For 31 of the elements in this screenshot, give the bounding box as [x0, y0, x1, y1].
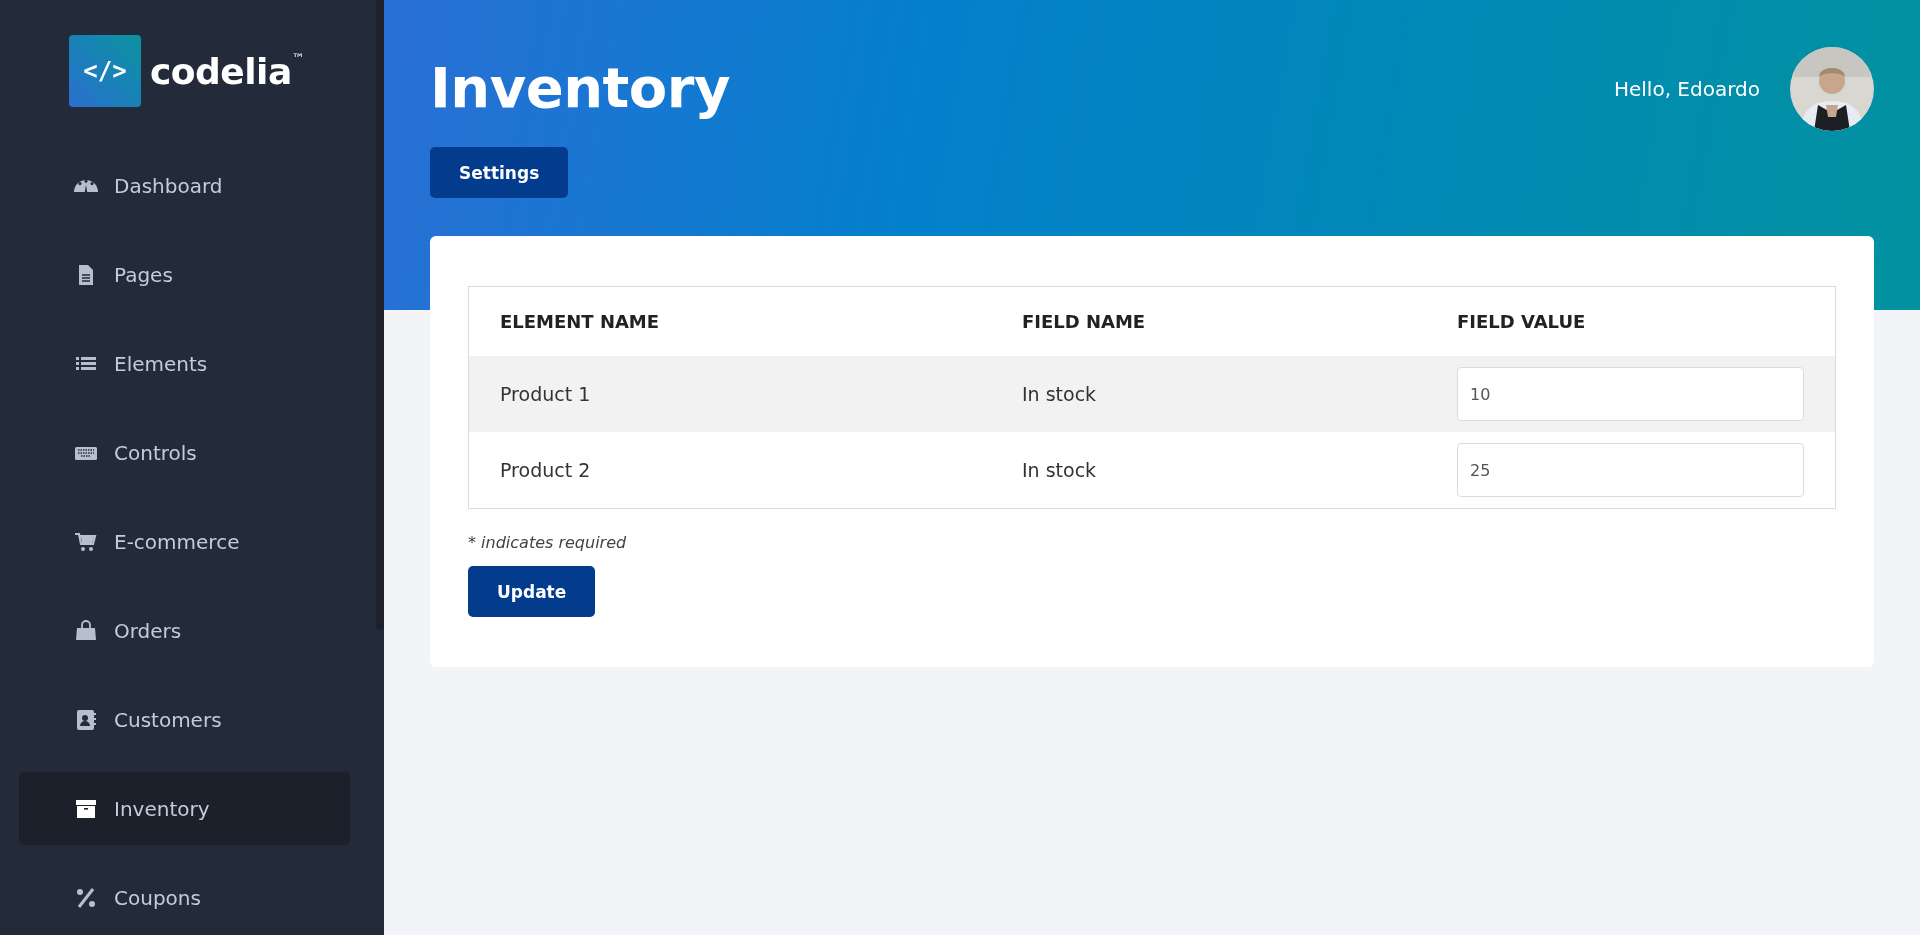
column-header: FIELD VALUE	[1426, 286, 1836, 356]
sidebar-item[interactable]: Customers	[19, 683, 350, 756]
table-cell: Product 1	[468, 356, 991, 432]
table-cell: In stock	[991, 432, 1426, 509]
required-note: * indicates required	[468, 533, 628, 552]
sidebar-item[interactable]: E-commerce	[19, 505, 350, 578]
sidebar-item[interactable]: Elements	[19, 327, 350, 400]
page-title: Inventory	[430, 54, 730, 122]
contact-icon	[74, 707, 98, 732]
greeting: Hello, Edoardo	[1613, 77, 1760, 101]
input-field[interactable]: 25	[1457, 443, 1804, 497]
sidebar-item[interactable]: Inventory	[19, 772, 350, 845]
column-header: ELEMENT NAME	[468, 286, 991, 356]
trademark-mark: ™	[291, 51, 305, 66]
scrollbar[interactable]	[376, 0, 384, 630]
bag-icon	[74, 618, 98, 643]
sidebar-item[interactable]: Orders	[19, 594, 350, 667]
gauge-icon	[74, 179, 98, 192]
table-cell: In stock	[991, 356, 1426, 432]
percent-icon	[74, 885, 98, 910]
brand-name: codelia	[150, 50, 292, 92]
update-button[interactable]: Update	[468, 566, 596, 617]
input-field[interactable]: 10	[1457, 367, 1804, 421]
sidebar-item[interactable]: Coupons	[19, 861, 350, 934]
table-cell: Product 2	[468, 432, 991, 509]
settings-button[interactable]: Settings	[430, 147, 569, 198]
sidebar-item[interactable]: Controls	[19, 416, 350, 489]
sidebar-item[interactable]: Dashboard	[19, 149, 350, 222]
column-header: FIELD NAME	[991, 286, 1426, 356]
sidebar-item[interactable]: Pages	[19, 238, 350, 311]
logo-icon: </>	[69, 35, 141, 107]
